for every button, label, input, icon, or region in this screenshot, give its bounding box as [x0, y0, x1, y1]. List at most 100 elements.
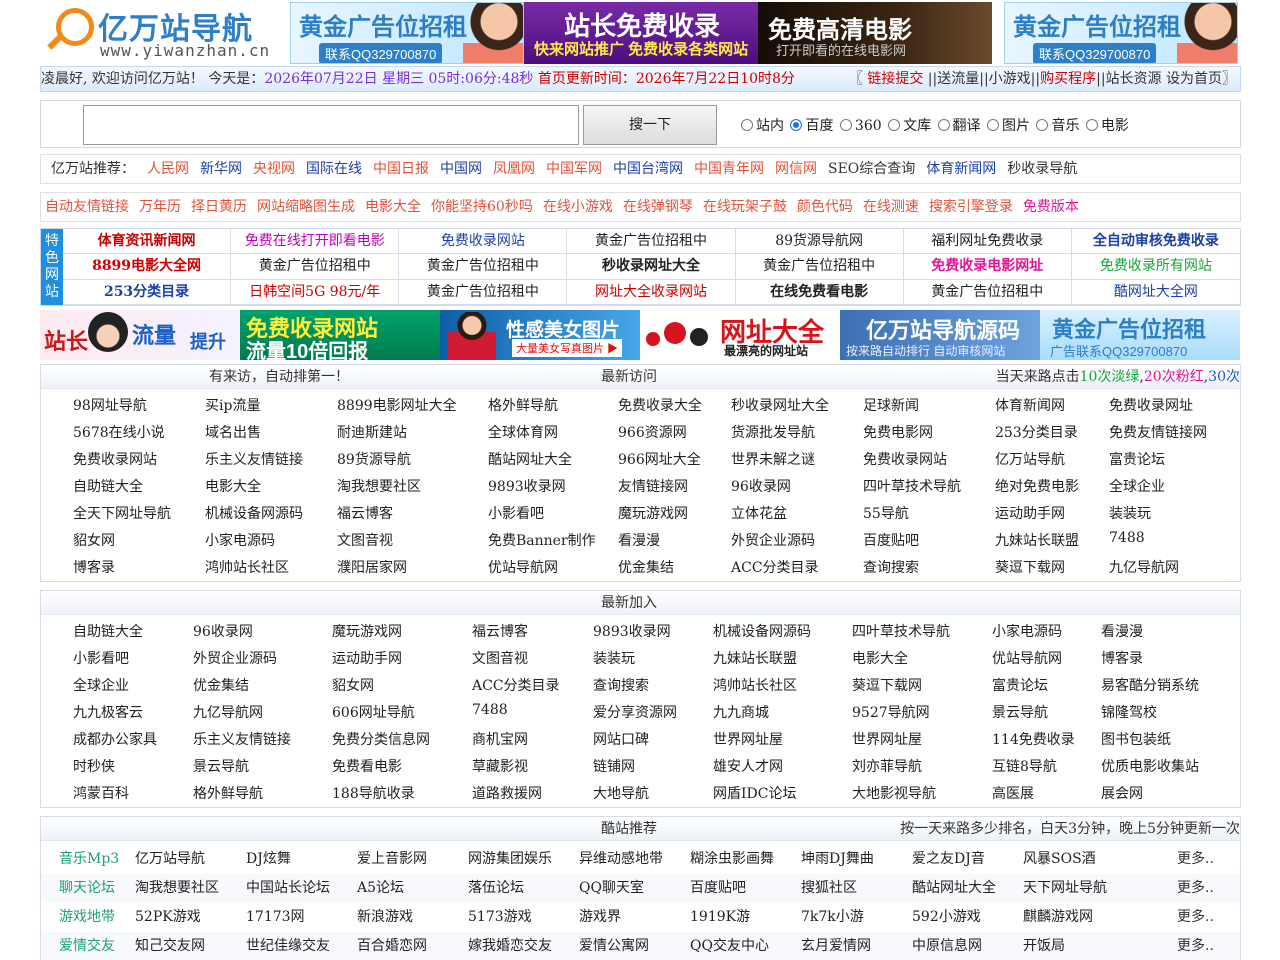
site-link[interactable]: 9893收录网 [593, 621, 671, 641]
misc-links-2[interactable]: ||站长资源 设为首页 [1096, 71, 1222, 87]
site-link[interactable]: 友情链接网 [618, 476, 688, 496]
site-link[interactable]: 博客录 [73, 557, 115, 577]
site-link[interactable]: 优金集结 [193, 675, 249, 695]
tool-link[interactable]: 在线弹钢琴 [623, 199, 693, 215]
option-site[interactable]: 站内 [741, 115, 784, 135]
site-link[interactable]: 展会网 [1101, 783, 1143, 803]
site-link[interactable]: 机械设备网源码 [205, 503, 303, 523]
featured-site-link[interactable]: 秒收录网址大全 [567, 254, 736, 280]
featured-site-link[interactable]: 酷网址大全网 [1071, 280, 1240, 305]
site-link[interactable]: 装装玩 [593, 648, 635, 668]
site-link[interactable]: 买ip流量 [205, 395, 260, 415]
site-link[interactable]: 外贸企业源码 [731, 530, 815, 550]
featured-site-link[interactable]: 免费收录电影网址 [903, 254, 1072, 280]
site-link[interactable]: 鸿帅站长社区 [205, 557, 289, 577]
recommend-link[interactable]: 人民网 [147, 161, 189, 177]
cool-site-link[interactable]: QQ交友中心 [690, 932, 769, 960]
tool-link[interactable]: 在线小游戏 [543, 199, 613, 215]
cool-site-link[interactable]: 世纪佳缘交友 [246, 932, 330, 960]
site-link[interactable]: 查询搜索 [593, 675, 649, 695]
site-link[interactable]: 貂女网 [332, 675, 374, 695]
banner-free-movies[interactable]: 免费高清电影 打开即看的在线电影网 [758, 2, 992, 64]
site-link[interactable]: 世界未解之谜 [731, 449, 815, 469]
tool-link[interactable]: 颜色代码 [797, 199, 853, 215]
misc-links[interactable]: ||送流量||小游戏|| [928, 71, 1040, 87]
site-link[interactable]: 葵逗下载网 [852, 675, 922, 695]
site-link[interactable]: 小家电源码 [992, 621, 1062, 641]
cool-site-link[interactable]: QQ聊天室 [579, 874, 644, 903]
site-link[interactable]: 免费电影网 [863, 422, 933, 442]
featured-site-link[interactable]: 免费在线打开即看电影 [231, 229, 400, 255]
site-link[interactable]: 图书包装纸 [1101, 729, 1171, 749]
ad-traffic-boost[interactable]: 站长 流量 提升 [40, 310, 240, 360]
site-link[interactable]: 看漫漫 [618, 530, 660, 550]
featured-site-link[interactable]: 黄金广告位招租中 [231, 254, 400, 280]
recommend-link[interactable]: 中国台湾网 [613, 161, 683, 177]
cool-site-link[interactable]: 麒麟游戏网 [1023, 903, 1093, 932]
cool-site-link[interactable]: 爱之友DJ音 [912, 845, 985, 874]
recommend-link[interactable]: 央视网 [253, 161, 295, 177]
more-link[interactable]: 更多.. [1177, 932, 1214, 960]
buy-program-link[interactable]: 购买程序 [1040, 71, 1096, 87]
cool-site-link[interactable]: 知己交友网 [135, 932, 205, 960]
recommend-link[interactable]: 网信网 [775, 161, 817, 177]
radio-icon[interactable] [1085, 119, 1098, 131]
site-link[interactable]: 互链8导航 [992, 756, 1057, 776]
cool-site-link[interactable]: 搜狐社区 [801, 874, 857, 903]
recommend-link[interactable]: SEO综合查询 [828, 161, 915, 177]
option-images[interactable]: 图片 [987, 115, 1030, 135]
cool-site-link[interactable]: 玄月爱情网 [801, 932, 871, 960]
tool-link[interactable]: 搜索引擎登录 [929, 199, 1013, 215]
site-link[interactable]: 魔玩游戏网 [618, 503, 688, 523]
radio-icon[interactable] [1036, 119, 1049, 131]
site-link[interactable]: 运动助手网 [332, 648, 402, 668]
site-link[interactable]: 高医展 [992, 783, 1034, 803]
site-link[interactable]: 114免费收录 [992, 729, 1075, 749]
cool-site-link[interactable]: 百合婚恋网 [357, 932, 427, 960]
site-logo[interactable]: 亿万站导航 www.yiwanzhan.cn [40, 2, 285, 64]
ad-url-directory[interactable]: 网址大全 最漂亮的网址站 [640, 310, 840, 360]
site-link[interactable]: 九亿导航网 [193, 702, 263, 722]
cool-site-link[interactable]: 嫁我婚恋交友 [468, 932, 552, 960]
tool-link[interactable]: 择日黄历 [191, 199, 247, 215]
more-link[interactable]: 更多.. [1177, 874, 1214, 903]
site-link[interactable]: 自助链大全 [73, 621, 143, 641]
site-link[interactable]: 景云导航 [992, 702, 1048, 722]
site-link[interactable]: 秒收录网址大全 [731, 395, 829, 415]
site-link[interactable]: 小影看吧 [488, 503, 544, 523]
site-link[interactable]: 免费分类信息网 [332, 729, 430, 749]
site-link[interactable]: 立体花盆 [731, 503, 787, 523]
site-link[interactable]: 世界网址屋 [713, 729, 783, 749]
cool-site-link[interactable]: 天下网址导航 [1023, 874, 1107, 903]
recommend-link[interactable]: 中国军网 [546, 161, 602, 177]
site-link[interactable]: 98网址导航 [73, 395, 147, 415]
site-link[interactable]: 鸿帅站长社区 [713, 675, 797, 695]
site-link[interactable]: 文图音视 [337, 530, 393, 550]
option-baidu[interactable]: 百度 [790, 115, 833, 135]
site-link[interactable]: 9893收录网 [488, 476, 566, 496]
site-link[interactable]: 电影大全 [205, 476, 261, 496]
site-link[interactable]: 格外鲜导航 [488, 395, 558, 415]
radio-selected-icon[interactable] [790, 119, 803, 131]
site-link[interactable]: 雄安人才网 [713, 756, 783, 776]
site-link[interactable]: 足球新闻 [863, 395, 919, 415]
cool-site-link[interactable]: 1919K游 [690, 903, 750, 932]
cool-site-link[interactable]: 酷站网址大全 [912, 874, 996, 903]
category-label[interactable]: 游戏地带 [59, 903, 115, 932]
featured-site-link[interactable]: 网址大全收录网站 [567, 279, 736, 305]
site-link[interactable]: 乐主义友情链接 [193, 729, 291, 749]
cool-site-link[interactable]: 百度贴吧 [690, 874, 746, 903]
site-link[interactable]: ACC分类目录 [731, 557, 819, 577]
site-link[interactable]: 966网址大全 [618, 449, 701, 469]
site-link[interactable]: 89货源导航 [337, 449, 411, 469]
site-link[interactable]: 网盾IDC论坛 [713, 783, 796, 803]
recommend-link[interactable]: 体育新闻网 [926, 161, 996, 177]
site-link[interactable]: 606网址导航 [332, 702, 415, 722]
site-link[interactable]: 全天下网址导航 [73, 503, 171, 523]
site-link[interactable]: 福云博客 [472, 621, 528, 641]
site-link[interactable]: 全球企业 [73, 675, 129, 695]
recommend-link[interactable]: 秒收录导航 [1007, 161, 1077, 177]
site-link[interactable]: 7488 [1109, 530, 1145, 546]
recommend-link[interactable]: 中国网 [440, 161, 482, 177]
site-link[interactable]: 文图音视 [472, 648, 528, 668]
